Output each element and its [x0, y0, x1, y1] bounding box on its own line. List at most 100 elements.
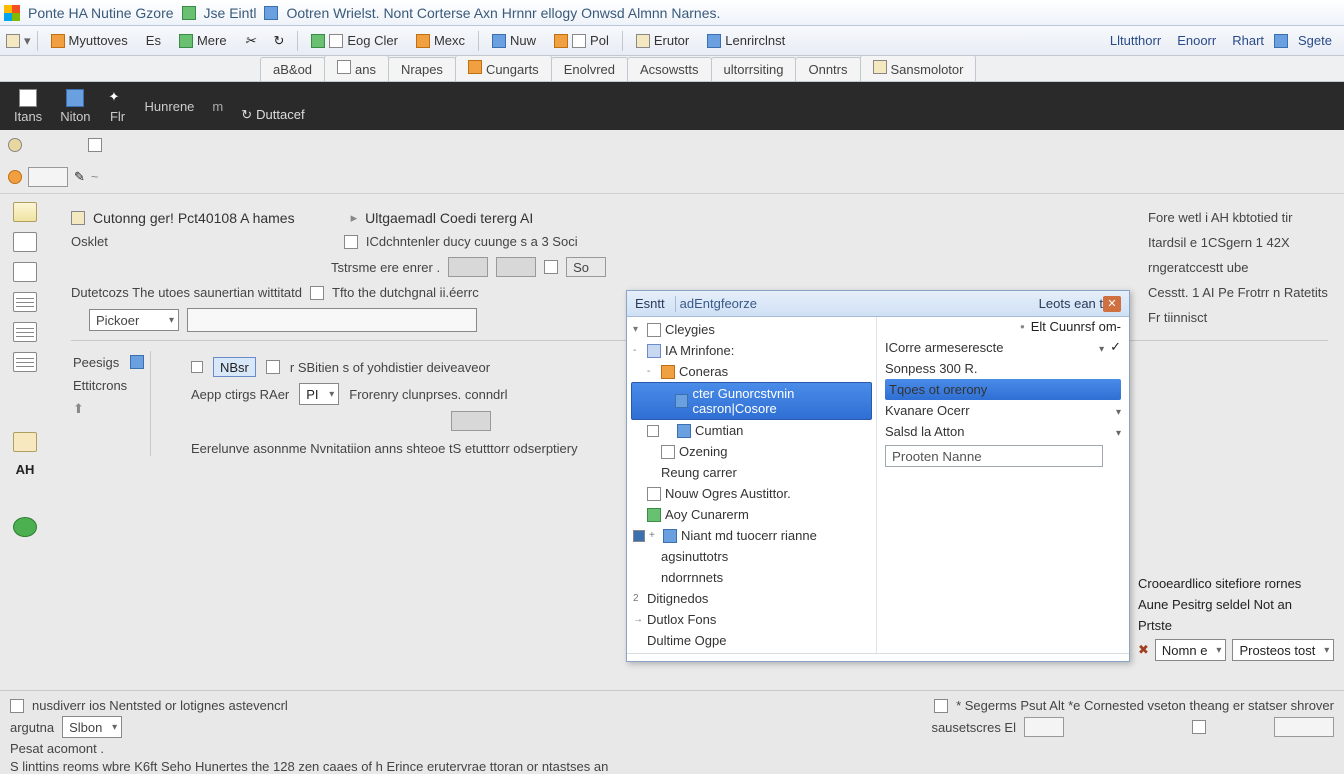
- ribbon-link-3[interactable]: Sgete: [1292, 31, 1338, 50]
- ribbon-link-0[interactable]: Lltutthorr: [1104, 31, 1167, 50]
- edit-icon[interactable]: ✎: [74, 169, 85, 185]
- tab-6[interactable]: ultorrsiting: [711, 57, 797, 81]
- tool-icon[interactable]: [6, 34, 20, 48]
- expand-icon[interactable]: -: [647, 366, 657, 377]
- tree-node[interactable]: →Dutlox Fons: [631, 609, 872, 630]
- rail-shield-icon[interactable]: [13, 517, 37, 537]
- app-icon: [4, 5, 20, 21]
- tab-1[interactable]: ans: [324, 55, 389, 81]
- tab-0[interactable]: aB&od: [260, 57, 325, 81]
- close-x-icon[interactable]: ✖: [1138, 642, 1149, 658]
- tab-7[interactable]: Onntrs: [795, 57, 860, 81]
- ribbon-btn-6[interactable]: Mexc: [409, 30, 472, 51]
- tree-node[interactable]: Dultime Ogpe: [631, 630, 872, 651]
- rail-card-icon[interactable]: [13, 432, 37, 452]
- rail-doc-icon[interactable]: [13, 262, 37, 282]
- posts-combo[interactable]: Prosteos tost: [1232, 639, 1334, 661]
- chevron-down-icon[interactable]: [1110, 424, 1121, 439]
- prop-row[interactable]: ICorre armeserescte✓: [885, 336, 1121, 358]
- back-icon[interactable]: [8, 138, 22, 152]
- checkbox-icon[interactable]: [633, 530, 645, 542]
- dark-item-0[interactable]: Itans: [14, 89, 42, 124]
- pi-combo[interactable]: PI: [299, 383, 339, 405]
- ribbon-btn-10[interactable]: Lenrirclnst: [700, 30, 792, 51]
- tree-node[interactable]: Cumtian: [631, 420, 872, 441]
- refresh-icon[interactable]: [182, 6, 196, 20]
- expand-icon[interactable]: →: [633, 614, 643, 625]
- chevron-down-icon[interactable]: ▾: [633, 324, 643, 335]
- list-arrow[interactable]: ⬆: [71, 397, 140, 421]
- tree-node[interactable]: agsinuttotrs: [631, 546, 872, 567]
- tree-node[interactable]: Ozening: [631, 441, 872, 462]
- ribbon-btn-0[interactable]: Myuttoves: [44, 30, 135, 51]
- close-icon[interactable]: ✕: [1103, 296, 1121, 312]
- dd-title-right[interactable]: Leots ean t: [1039, 296, 1103, 311]
- dark-item-3[interactable]: Hunrene: [145, 99, 195, 114]
- rail-sheet-icon[interactable]: [13, 352, 37, 372]
- dark-item-2[interactable]: ✦Flr: [109, 89, 127, 124]
- num-field-2[interactable]: [496, 257, 536, 277]
- tree-node[interactable]: Reung carrer: [631, 462, 872, 483]
- chevron-down-icon[interactable]: [1093, 340, 1104, 355]
- expand-icon[interactable]: -: [633, 345, 643, 356]
- so-button[interactable]: So: [566, 257, 606, 277]
- ribbon-btn-9[interactable]: Erutor: [629, 30, 696, 51]
- list-item[interactable]: Peesigs: [71, 351, 140, 374]
- ribbon-link-1[interactable]: Enoorr: [1171, 31, 1222, 50]
- dd-title-field[interactable]: adEntgfeorze: [680, 296, 757, 311]
- ribbon-btn-2[interactable]: Mere: [172, 30, 234, 51]
- ribbon-link-2[interactable]: Rhart: [1226, 31, 1270, 50]
- ribbon-btn-refresh[interactable]: ↻: [266, 30, 291, 52]
- checkbox[interactable]: [191, 361, 203, 373]
- tab-4[interactable]: Enolvred: [551, 57, 628, 81]
- prop-row[interactable]: Salsd la Atton: [885, 421, 1121, 442]
- slbon-combo[interactable]: Slbon: [62, 716, 122, 738]
- ribbon-btn-7[interactable]: Nuw: [485, 30, 543, 51]
- rail-grid-icon[interactable]: [13, 322, 37, 342]
- tab-8[interactable]: Sansmolotor: [860, 55, 977, 81]
- expand-icon[interactable]: 2: [633, 593, 643, 604]
- tree-node[interactable]: +Niant md tuocerr rianne: [631, 525, 872, 546]
- dd-action-pill[interactable]: Elt Cuunrsf om-: [1031, 319, 1121, 334]
- tree-node[interactable]: Aoy Cunarerm: [631, 504, 872, 525]
- st-field-2[interactable]: [1274, 717, 1334, 737]
- dd-name-input[interactable]: [885, 445, 1103, 467]
- dark-link[interactable]: ↻Duttacef: [241, 89, 304, 123]
- tool-icon[interactable]: [88, 138, 102, 152]
- st-field[interactable]: [1024, 717, 1064, 737]
- ribbon-btn-cut[interactable]: ✂: [238, 30, 263, 52]
- small-field[interactable]: [451, 411, 491, 431]
- tree-node[interactable]: Nouw Ogres Austittor.: [631, 483, 872, 504]
- picker-combo[interactable]: Pickoer: [89, 309, 179, 331]
- ribbon-btn-8[interactable]: Pol: [547, 30, 616, 51]
- tree-node[interactable]: ndorrnnets: [631, 567, 872, 588]
- name-combo[interactable]: Nomn e: [1155, 639, 1227, 661]
- prop-row[interactable]: Kvanare Ocerr: [885, 400, 1121, 421]
- tree-node[interactable]: cter Gunorcstvnin casron|Cosore: [631, 382, 872, 420]
- rail-table-icon[interactable]: [13, 292, 37, 312]
- prop-row[interactable]: Tqoes ot orerony: [885, 379, 1121, 400]
- settings-icon[interactable]: [1274, 34, 1288, 48]
- tree-node[interactable]: -IA Mrinfone:: [631, 340, 872, 361]
- tree-node[interactable]: -Coneras: [631, 361, 872, 382]
- mini-input[interactable]: [28, 167, 68, 187]
- rail-envelope-icon[interactable]: [13, 232, 37, 252]
- list-item[interactable]: Ettitcrons: [71, 374, 140, 397]
- nav-icon[interactable]: [8, 170, 22, 184]
- behind-text: Prtste: [1138, 618, 1172, 633]
- dark-item-1[interactable]: Niton: [60, 89, 90, 124]
- ribbon-btn-1[interactable]: Es: [139, 30, 168, 51]
- prop-row[interactable]: Sonpess 300 R.: [885, 358, 1121, 379]
- ribbon-btn-5[interactable]: Eog Cler: [304, 30, 405, 51]
- chevron-down-icon[interactable]: [1110, 403, 1121, 418]
- tab-5[interactable]: Acsowstts: [627, 57, 712, 81]
- nbsr-field[interactable]: NBsr: [213, 357, 256, 377]
- tree-node[interactable]: 2Ditignedos: [631, 588, 872, 609]
- expand-icon[interactable]: +: [649, 530, 659, 541]
- checkbox-icon[interactable]: [647, 425, 659, 437]
- rail-folder-icon[interactable]: [13, 202, 37, 222]
- num-field-1[interactable]: [448, 257, 488, 277]
- tab-2[interactable]: Nrapes: [388, 57, 456, 81]
- wide-input[interactable]: [187, 308, 477, 332]
- tab-3[interactable]: Cungarts: [455, 55, 552, 81]
